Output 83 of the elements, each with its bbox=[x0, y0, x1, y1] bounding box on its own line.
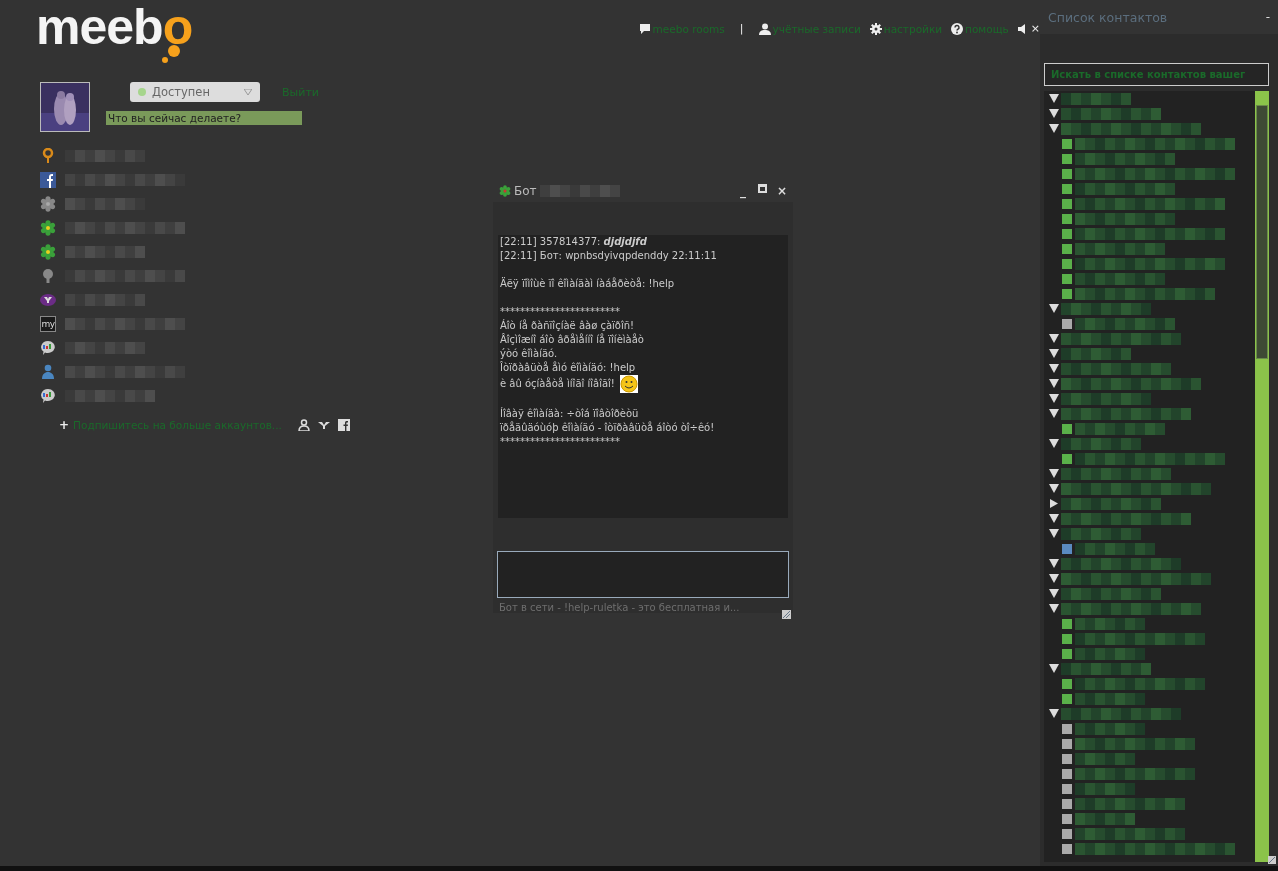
contact-status: Бот в сети - !help-ruletka - это бесплатная и... bbox=[498, 601, 741, 613]
toggle-icon[interactable] bbox=[1049, 349, 1059, 358]
key-icon bbox=[40, 148, 56, 164]
message-line: Âîçìîæíî áîò âðåìåííî íå ïîíèìàåò bbox=[500, 333, 645, 347]
toggle-icon[interactable] bbox=[1049, 529, 1059, 538]
myspace-icon: my bbox=[40, 316, 56, 332]
toggle-icon[interactable] bbox=[1049, 664, 1059, 673]
person-icon bbox=[758, 22, 771, 35]
toggle-icon[interactable] bbox=[1049, 439, 1059, 448]
toggle-icon[interactable] bbox=[1049, 589, 1059, 598]
toggle-icon[interactable] bbox=[1049, 559, 1059, 568]
facebook-icon bbox=[40, 172, 56, 188]
toggle-icon[interactable] bbox=[1049, 364, 1059, 373]
separator: | bbox=[739, 22, 744, 35]
message-line: [22:11] Бот: wpnbsdyivqpdenddy 22:11:11 bbox=[500, 249, 718, 263]
blurred-name bbox=[1061, 347, 1131, 360]
message-line: Îòïðàâüòå åìó êîìàíäó: !help bbox=[500, 361, 637, 375]
message-input[interactable] bbox=[497, 551, 789, 598]
help-icon bbox=[951, 22, 964, 35]
blurred-name bbox=[1075, 647, 1145, 660]
toggle-icon[interactable] bbox=[1049, 514, 1059, 523]
message-line: [22:11] 357814377: djdjdjfd bbox=[500, 235, 648, 249]
scrollbar[interactable] bbox=[1255, 91, 1269, 862]
speech-bubble-icon bbox=[40, 388, 56, 404]
status-dot bbox=[138, 88, 146, 96]
message-line: è âû óçíàåòå ìíîãî íîâîãî! bbox=[500, 377, 615, 391]
lightbulb-icon bbox=[40, 268, 56, 284]
logo: meebo bbox=[36, 2, 193, 62]
resize-handle[interactable] bbox=[782, 610, 791, 619]
maximize-button[interactable] bbox=[758, 184, 767, 193]
toggle-icon[interactable] bbox=[1049, 484, 1059, 493]
blurred-name bbox=[1075, 812, 1135, 825]
blurred-name bbox=[1075, 617, 1145, 630]
flower-icon bbox=[499, 185, 511, 197]
resize-handle[interactable] bbox=[1268, 856, 1276, 864]
message-line: Äëÿ ïîìîùè ïî êîìàíäàì íàáåðèòå: !help bbox=[500, 277, 676, 291]
mute-mark: × bbox=[1030, 22, 1040, 35]
yahoo-icon[interactable] bbox=[317, 419, 330, 431]
toggle-icon[interactable] bbox=[1049, 604, 1059, 613]
message-line: ýòó êîìàíäó. bbox=[500, 347, 559, 361]
status-dropdown[interactable]: Доступен bbox=[130, 82, 260, 102]
blurred-name bbox=[1075, 692, 1145, 705]
toggle-icon[interactable] bbox=[1049, 469, 1059, 478]
minimize-button[interactable]: - bbox=[1265, 10, 1270, 24]
message-line: ************************ bbox=[500, 305, 621, 319]
message-line: ïðåäûäóùóþ êîìàíäó - îòïðàâüòå áîòó òî÷êó! bbox=[500, 421, 716, 435]
toggle-icon[interactable] bbox=[1049, 709, 1059, 718]
yahoo-icon bbox=[40, 292, 56, 308]
blurred-name bbox=[1075, 782, 1135, 795]
panel-title: Список контактов bbox=[1048, 9, 1168, 25]
settings-icon bbox=[869, 22, 882, 35]
toggle-icon[interactable] bbox=[1049, 574, 1059, 583]
search-field[interactable]: Искать в списке контактов вашег bbox=[1044, 63, 1269, 86]
message-line: Íîâàÿ êîìàíäà: ÷òîá ïîâòîðèòü bbox=[500, 407, 640, 421]
message-line: Áîò íå ðàñïîçíàë âàø çàïðîñ! bbox=[500, 319, 636, 333]
flower-icon bbox=[40, 244, 56, 260]
person-icon bbox=[40, 364, 56, 380]
flower-icon bbox=[40, 196, 56, 212]
minimize-button[interactable]: _ bbox=[738, 184, 748, 198]
person-icon[interactable] bbox=[297, 419, 310, 431]
toggle-icon[interactable] bbox=[1049, 334, 1059, 343]
caret-icon bbox=[244, 89, 252, 95]
toggle-icon[interactable] bbox=[1049, 94, 1059, 103]
toggle-icon[interactable] bbox=[1049, 109, 1059, 118]
close-button[interactable]: × bbox=[777, 184, 787, 198]
chat-bubble-icon bbox=[638, 22, 651, 35]
toggle-icon[interactable] bbox=[1049, 304, 1059, 313]
toggle-icon[interactable] bbox=[1049, 124, 1059, 133]
plus-icon: + bbox=[59, 418, 70, 432]
mood-field[interactable]: Что вы сейчас делаете? bbox=[106, 111, 302, 125]
speech-bubble-icon bbox=[40, 340, 56, 356]
blurred-name bbox=[1061, 92, 1131, 105]
chat-title: Бот bbox=[514, 184, 537, 198]
blurred-name bbox=[1075, 722, 1145, 735]
flower-icon bbox=[40, 220, 56, 236]
toggle-icon[interactable] bbox=[1049, 409, 1059, 418]
smiley-icon bbox=[619, 375, 638, 393]
toggle-icon[interactable] bbox=[1049, 394, 1059, 403]
facebook-icon[interactable] bbox=[337, 419, 350, 431]
blurred-name bbox=[1075, 752, 1135, 765]
toggle-icon[interactable] bbox=[1049, 499, 1059, 508]
message-line: ************************ bbox=[500, 435, 621, 449]
toggle-icon[interactable] bbox=[1049, 379, 1059, 388]
